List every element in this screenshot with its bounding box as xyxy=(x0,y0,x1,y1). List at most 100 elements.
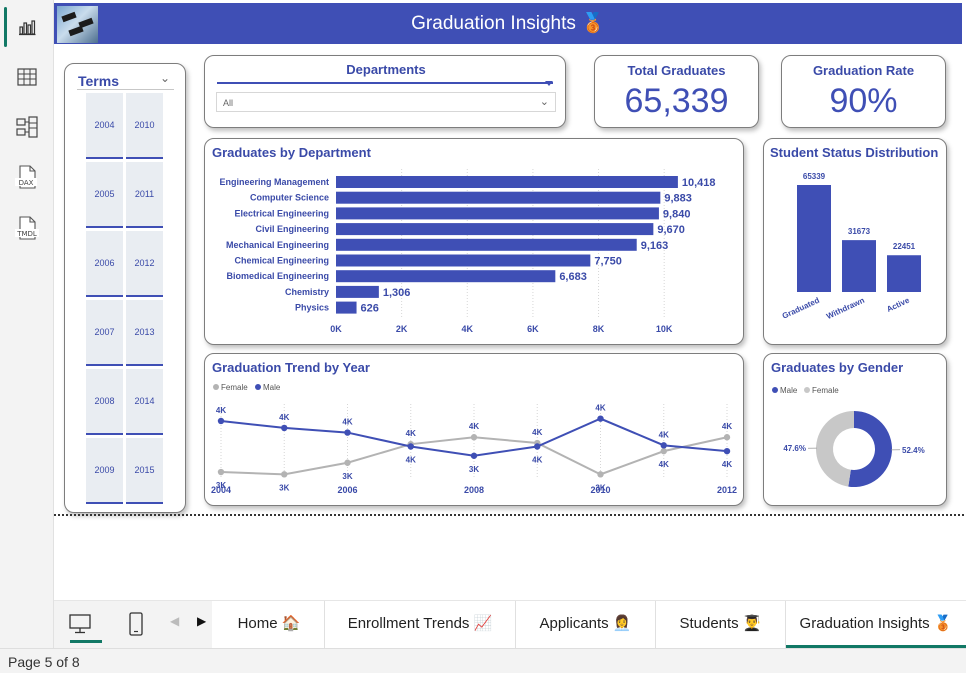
data-label: 4K xyxy=(279,413,289,422)
category-label: Civil Engineering xyxy=(255,224,329,234)
data-label: 9,883 xyxy=(664,193,692,205)
tmdl-view-icon[interactable]: TMDL xyxy=(0,208,54,248)
legend-marker xyxy=(255,384,261,390)
status-bar-svg: 65339 Graduated 31673 Withdrawn 22451 Active xyxy=(781,172,921,321)
tab-graduation-insights[interactable]: Graduation Insights 🥉 xyxy=(786,601,966,649)
x-tick-label: 2006 xyxy=(337,485,357,495)
terms-slicer-title: Terms xyxy=(78,73,119,89)
data-label: 3K xyxy=(279,483,289,492)
page-boundary-line xyxy=(54,514,964,516)
page-indicator: Page 5 of 8 xyxy=(8,654,80,670)
graduation-rate-value: 90% xyxy=(829,82,898,120)
category-label: Biomedical Engineering xyxy=(226,271,329,281)
term-option-2005[interactable]: 2005 xyxy=(86,162,123,228)
graduates-by-department-chart[interactable]: Graduates by Department 0K 2K 4K 6K 8K 10K Eng… xyxy=(204,138,744,345)
data-label: 47.6% xyxy=(783,444,806,453)
data-label: 4K xyxy=(595,404,605,413)
model-view-icon[interactable] xyxy=(0,107,54,147)
terms-slicer[interactable]: Terms ⌄ 2004 2010 2005 2011 2006 2012 2007 2013… xyxy=(64,63,186,513)
data-label: 626 xyxy=(361,303,379,315)
category-label: Active xyxy=(885,295,911,314)
term-option-2008[interactable]: 2008 xyxy=(86,369,123,435)
bar xyxy=(842,240,876,292)
data-label: 4K xyxy=(532,428,542,437)
x-tick-label: 0K xyxy=(330,324,342,334)
data-label: 31673 xyxy=(848,227,871,236)
tab-enrollment-trends[interactable]: Enrollment Trends 📈 xyxy=(325,601,516,649)
data-point xyxy=(723,434,731,441)
view-rail: DAX TMDL xyxy=(0,0,54,648)
total-graduates-card: Total Graduates 65,339 xyxy=(594,55,759,128)
chevron-down-icon[interactable]: ⌄ xyxy=(160,71,170,85)
data-label: 3K xyxy=(342,472,352,481)
category-label: Electrical Engineering xyxy=(234,208,329,218)
graduation-trend-chart[interactable]: Graduation Trend by Year Female Male 2004 2… xyxy=(204,353,744,506)
desktop-view-icon[interactable] xyxy=(62,608,102,643)
bar xyxy=(336,207,659,220)
data-label: 4K xyxy=(532,456,542,465)
chevron-down-icon[interactable]: ⌄ xyxy=(540,95,549,108)
page-tab-bar: ◀ ▶ Home 🏠 Enrollment Trends 📈 Applicant… xyxy=(54,600,966,649)
term-option-2006[interactable]: 2006 xyxy=(86,231,123,297)
data-point xyxy=(217,417,225,425)
bar xyxy=(336,270,556,283)
data-label: 4K xyxy=(342,418,352,427)
data-point xyxy=(470,452,478,459)
tab-students[interactable]: Students 👨‍🎓 xyxy=(656,601,786,649)
departments-dropdown[interactable]: All ⌄ xyxy=(216,92,556,112)
next-page-icon[interactable]: ▶ xyxy=(197,614,206,628)
data-label: 3K xyxy=(595,483,605,492)
term-option-2015[interactable]: 2015 xyxy=(126,438,163,504)
term-option-2014[interactable]: 2014 xyxy=(126,369,163,435)
data-point xyxy=(344,459,351,466)
term-option-2013[interactable]: 2013 xyxy=(126,300,163,366)
term-option-2007[interactable]: 2007 xyxy=(86,300,123,366)
previous-page-icon[interactable]: ◀ xyxy=(170,614,179,628)
legend-marker xyxy=(804,387,810,393)
page-banner: Graduation Insights 🥉 xyxy=(54,3,962,44)
x-tick-label: 2012 xyxy=(717,485,737,495)
page-title: Graduation Insights 🥉 xyxy=(411,13,605,34)
term-option-2011[interactable]: 2011 xyxy=(126,162,163,228)
tab-home[interactable]: Home 🏠 xyxy=(214,601,325,649)
tab-applicants[interactable]: Applicants 👩‍💼 xyxy=(516,601,656,649)
category-label: Physics xyxy=(295,303,329,313)
term-option-2004[interactable]: 2004 xyxy=(86,93,123,159)
x-tick-label: 10K xyxy=(656,324,673,334)
data-label: 3K xyxy=(469,465,479,474)
term-option-2009[interactable]: 2009 xyxy=(86,438,123,504)
data-label: 52.4% xyxy=(902,446,925,455)
category-label: Chemical Engineering xyxy=(234,256,329,266)
data-label: 4K xyxy=(659,460,669,469)
caret-down-icon[interactable] xyxy=(545,81,553,86)
data-point xyxy=(217,468,225,476)
data-point xyxy=(660,447,667,455)
category-label: Graduated xyxy=(781,296,821,321)
bar xyxy=(336,285,379,298)
graduation-rate-title: Graduation Rate xyxy=(812,63,915,78)
graduation-rate-card: Graduation Rate 90% xyxy=(781,55,946,128)
term-option-2010[interactable]: 2010 xyxy=(126,93,163,159)
data-label: 1,306 xyxy=(383,287,411,299)
term-option-2012[interactable]: 2012 xyxy=(126,231,163,297)
student-status-chart[interactable]: Student Status Distribution 65339 Graduat… xyxy=(763,138,947,345)
status-bar: Page 5 of 8 xyxy=(0,648,966,673)
trend-line-svg: Female Male2004 2006 2008 2010 20123K4K3K4K3K… xyxy=(211,383,737,495)
report-window: DAX TMDL Graduation Insights 🥉 Terms ⌄ 2… xyxy=(0,0,966,673)
data-label: 9,163 xyxy=(641,240,669,252)
graduates-by-gender-chart[interactable]: Graduates by Gender Male Female 52.4% 47.6% xyxy=(763,353,947,506)
total-graduates-value: 65,339 xyxy=(624,82,729,120)
data-label: 4K xyxy=(469,422,479,431)
dax-query-icon[interactable]: DAX xyxy=(0,157,54,197)
report-canvas: Graduation Insights 🥉 Terms ⌄ 2004 2010 20… xyxy=(54,0,966,600)
data-point xyxy=(470,434,478,441)
data-label: 7,750 xyxy=(594,256,622,268)
legend-label: Male xyxy=(263,383,281,392)
data-point xyxy=(660,442,667,449)
table-view-icon[interactable] xyxy=(0,57,54,97)
report-view-icon[interactable] xyxy=(0,7,54,47)
departments-header-line xyxy=(217,82,553,84)
data-label: 9,840 xyxy=(663,208,691,220)
data-label: 4K xyxy=(722,422,732,431)
mobile-view-icon[interactable] xyxy=(118,608,154,640)
